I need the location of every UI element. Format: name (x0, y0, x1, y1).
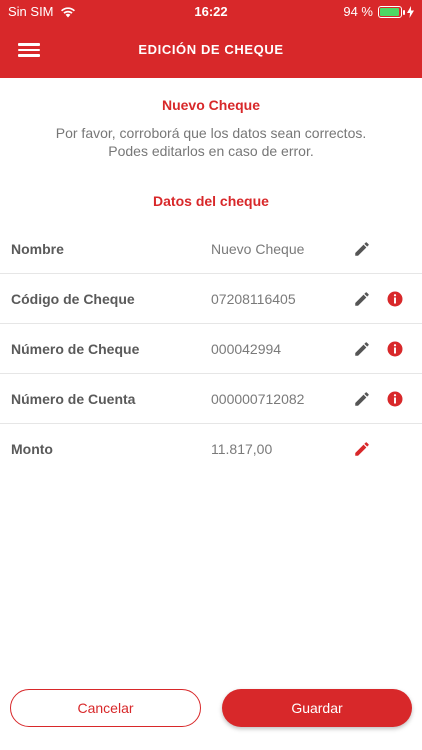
error-info-icon[interactable] (386, 290, 404, 308)
intro-line-2: Podes editarlos en caso de error. (108, 143, 314, 159)
field-row-numero-cheque: Número de Cheque 000042994 (0, 324, 422, 374)
battery-percent: 94 % (343, 4, 373, 19)
charging-bolt-icon (407, 5, 414, 18)
pencil-icon[interactable] (353, 240, 371, 258)
cheque-fields-list: Nombre Nuevo Cheque Código de Cheque 072… (0, 224, 422, 474)
cancel-button[interactable]: Cancelar (10, 689, 201, 727)
error-info-icon[interactable] (386, 390, 404, 408)
intro-text: Por favor, corroborá que los datos sean … (0, 124, 422, 160)
pencil-icon[interactable] (353, 440, 371, 458)
app-header: Sin SIM 16:22 94 % EDICIÓN DE CHEQUE (0, 0, 422, 78)
field-label: Monto (11, 441, 53, 457)
intro-line-1: Por favor, corroborá que los datos sean … (55, 125, 367, 141)
field-value: 07208116405 (211, 291, 296, 307)
field-value: 11.817,00 (211, 441, 273, 457)
intro-title: Nuevo Cheque (161, 97, 260, 113)
pencil-icon[interactable] (353, 290, 371, 308)
field-row-numero-cuenta: Número de Cuenta 000000712082 (0, 374, 422, 424)
error-info-icon[interactable] (386, 340, 404, 358)
battery-icon (378, 5, 405, 18)
field-label: Nombre (11, 241, 64, 257)
navigation-bar: EDICIÓN DE CHEQUE (0, 24, 422, 78)
page-title: EDICIÓN DE CHEQUE (138, 42, 284, 57)
section-title: Datos del cheque (153, 193, 269, 209)
battery-indicator: 94 % (343, 4, 414, 19)
field-value: 000042994 (211, 341, 282, 357)
battery-fill (380, 7, 399, 16)
status-bar: Sin SIM 16:22 94 % (0, 0, 422, 24)
field-label: Código de Cheque (11, 291, 135, 307)
save-button[interactable]: Guardar (222, 689, 412, 727)
field-label: Número de Cuenta (11, 391, 136, 407)
field-value: Nuevo Cheque (211, 241, 305, 257)
field-row-codigo-cheque: Código de Cheque 07208116405 (0, 274, 422, 324)
field-row-nombre: Nombre Nuevo Cheque (0, 224, 422, 274)
pencil-icon[interactable] (353, 390, 371, 408)
field-label: Número de Cheque (11, 341, 140, 357)
field-row-monto: Monto 11.817,00 (0, 424, 422, 474)
field-value: 000000712082 (211, 391, 305, 407)
pencil-icon[interactable] (353, 340, 371, 358)
